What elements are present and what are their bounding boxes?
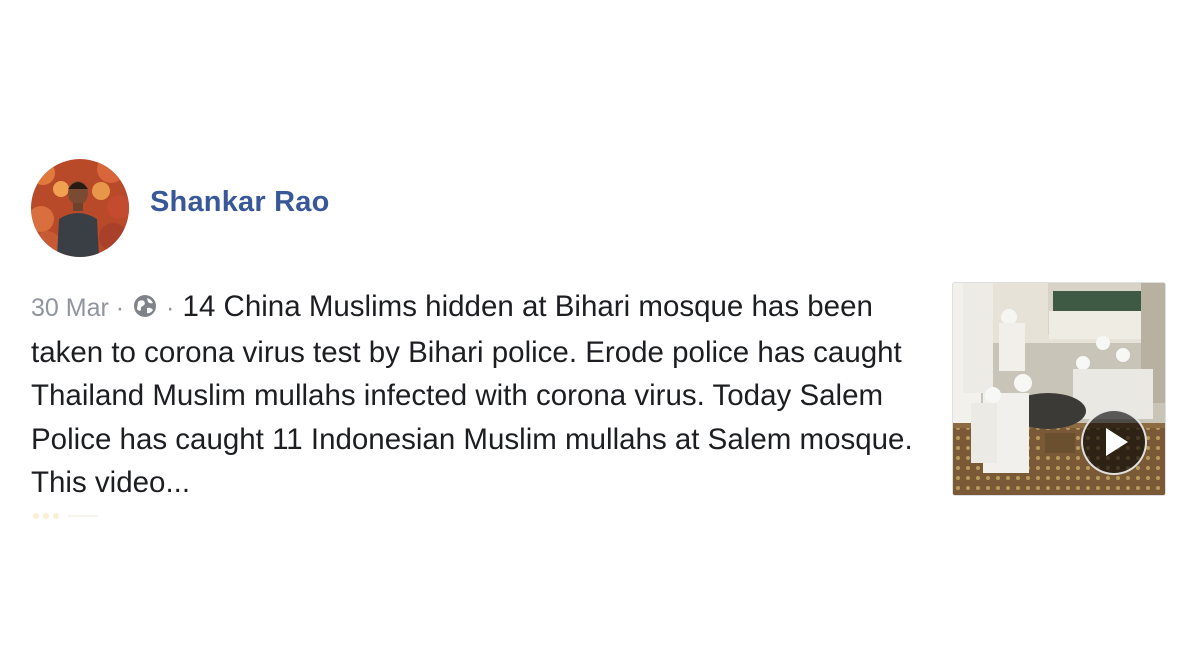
- play-button[interactable]: [1081, 409, 1147, 475]
- post-meta: 30 Mar · ·: [31, 294, 174, 322]
- author-name-link[interactable]: Shankar Rao: [150, 186, 330, 219]
- facebook-post: Shankar Rao 30 Mar · · 14 China Muslims …: [0, 0, 1200, 667]
- meta-separator: ·: [166, 294, 175, 322]
- video-thumbnail[interactable]: [952, 282, 1166, 496]
- post-date-link[interactable]: 30 Mar: [31, 294, 109, 322]
- play-icon: [1106, 428, 1128, 456]
- avatar[interactable]: [31, 159, 129, 257]
- globe-icon[interactable]: [132, 293, 158, 319]
- meta-separator: ·: [115, 294, 125, 322]
- reaction-bar-faint: [33, 513, 98, 519]
- avatar-image: [31, 159, 129, 257]
- post-text: 30 Mar · · 14 China Muslims hidden at Bi…: [31, 285, 936, 505]
